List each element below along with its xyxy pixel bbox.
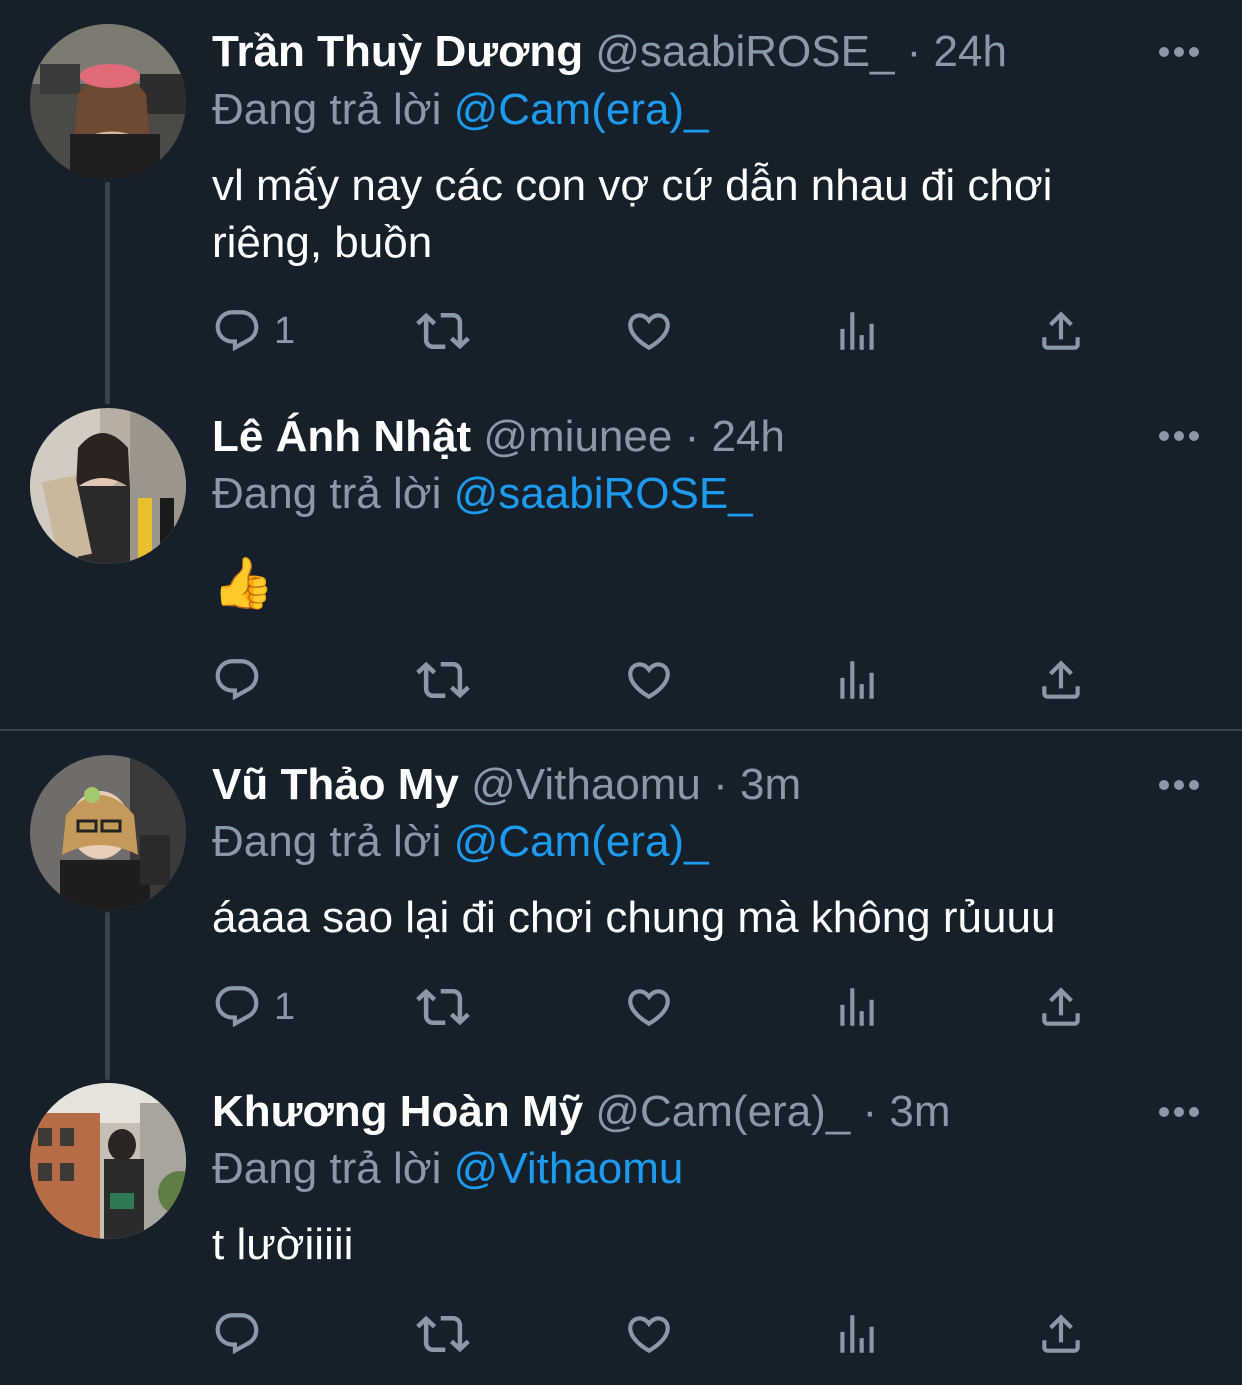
reply-icon [212,655,262,705]
more-icon[interactable] [1158,45,1200,59]
retweet-icon [416,980,470,1034]
display-name[interactable]: Vũ Thảo My [212,760,459,809]
like-icon [624,306,674,356]
replying-to: Đang trả lời @Cam(era)_ [212,812,709,872]
replying-to-label: Đang trả lời [212,85,442,134]
like-icon [624,1309,674,1359]
reply-button[interactable] [212,1307,262,1361]
analytics-icon [832,306,882,356]
retweet-icon [416,304,470,358]
timestamp[interactable]: 3m [889,1087,950,1136]
mention-link[interactable]: @Vithaomu [454,1144,684,1193]
share-button[interactable] [1036,653,1086,707]
replying-to: Đang trả lời @Vithaomu [212,1139,683,1199]
separator: · [684,412,700,461]
display-name[interactable]: Khương Hoàn Mỹ [212,1087,583,1136]
retweet-button[interactable] [416,304,470,358]
reply-icon [212,306,262,356]
mention-link[interactable]: @Cam(era)_ [454,817,709,866]
reply-icon [212,1309,262,1359]
tweet[interactable]: Lê Ánh Nhật @miunee · 24h Đang trả lời @… [0,380,1242,730]
reply-count: 1 [274,309,296,352]
analytics-button[interactable] [832,980,882,1034]
tweet-actions [212,653,1092,707]
timestamp[interactable]: 3m [740,760,801,809]
tweet-actions: 1 [212,304,1092,358]
timestamp[interactable]: 24h [711,412,784,461]
reply-button[interactable] [212,653,262,707]
replying-to-label: Đang trả lời [212,1144,442,1193]
reply-button[interactable]: 1 [212,304,295,358]
analytics-button[interactable] [832,653,882,707]
avatar[interactable] [30,408,186,564]
user-handle[interactable]: @Vithaomu [471,760,701,809]
replying-to: Đang trả lời @saabiROSE_ [212,464,753,524]
tweet-actions [212,1307,1092,1361]
display-name[interactable]: Lê Ánh Nhật [212,412,471,461]
analytics-button[interactable] [832,304,882,358]
share-icon [1036,1309,1086,1359]
like-icon [624,655,674,705]
avatar[interactable] [30,1083,186,1239]
tweet-text-line: vl mấy nay các con vợ cứ dẫn nhau đi chơ… [212,161,1053,210]
tweet-actions: 1 [212,980,1092,1034]
tweet-header: Khương Hoàn Mỹ @Cam(era)_ · 3m [212,1082,951,1142]
reply-button[interactable]: 1 [212,980,295,1034]
tweet-text-line: riêng, buồn [212,218,433,267]
retweet-button[interactable] [416,980,470,1034]
retweet-icon [416,653,470,707]
analytics-icon [832,655,882,705]
analytics-button[interactable] [832,1307,882,1361]
tweet-text: áaaa sao lại đi chơi chung mà không rủuu… [212,893,1056,942]
avatar[interactable] [30,755,186,911]
display-name[interactable]: Trần Thuỳ Dương [212,27,583,76]
retweet-button[interactable] [416,653,470,707]
like-button[interactable] [624,1307,674,1361]
separator: · [906,27,922,76]
reply-count: 1 [274,985,296,1028]
analytics-icon [832,1309,882,1359]
replying-to: Đang trả lời @Cam(era)_ [212,80,709,140]
share-button[interactable] [1036,980,1086,1034]
share-icon [1036,655,1086,705]
retweet-icon [416,1307,470,1361]
user-handle[interactable]: @saabiROSE_ [595,27,894,76]
tweet-header: Lê Ánh Nhật @miunee · 24h [212,407,785,467]
like-button[interactable] [624,304,674,358]
separator: · [713,760,728,809]
tweet[interactable]: Vũ Thảo My @Vithaomu · 3m Đang trả lời @… [0,731,1242,1061]
mention-link[interactable]: @Cam(era)_ [454,85,709,134]
tweet-text: vl mấy nay các con vợ cứ dẫn nhau đi chơ… [212,157,1202,271]
tweet-header: Trần Thuỳ Dương @saabiROSE_ · 24h [212,22,1007,82]
more-icon[interactable] [1158,778,1200,792]
like-icon [624,982,674,1032]
replying-to-label: Đang trả lời [212,469,442,518]
user-handle[interactable]: @miunee [483,412,672,461]
avatar[interactable] [30,24,186,180]
tweet-header: Vũ Thảo My @Vithaomu · 3m [212,755,801,815]
more-icon[interactable] [1158,429,1200,443]
tweet-text: t lườiiiii [212,1220,354,1269]
reply-icon [212,982,262,1032]
share-button[interactable] [1036,304,1086,358]
tweet-text: 👍 [212,555,275,611]
mention-link[interactable]: @saabiROSE_ [454,469,753,518]
share-icon [1036,982,1086,1032]
separator: · [862,1087,878,1136]
like-button[interactable] [624,653,674,707]
analytics-icon [832,982,882,1032]
timestamp[interactable]: 24h [934,27,1007,76]
user-handle[interactable]: @Cam(era)_ [595,1087,850,1136]
share-icon [1036,306,1086,356]
tweet[interactable]: Trần Thuỳ Dương @saabiROSE_ · 24h Đang t… [0,0,1242,380]
retweet-button[interactable] [416,1307,470,1361]
like-button[interactable] [624,980,674,1034]
more-icon[interactable] [1158,1105,1200,1119]
replying-to-label: Đang trả lời [212,817,442,866]
tweet[interactable]: Khương Hoàn Mỹ @Cam(era)_ · 3m Đang trả … [0,1061,1242,1385]
share-button[interactable] [1036,1307,1086,1361]
